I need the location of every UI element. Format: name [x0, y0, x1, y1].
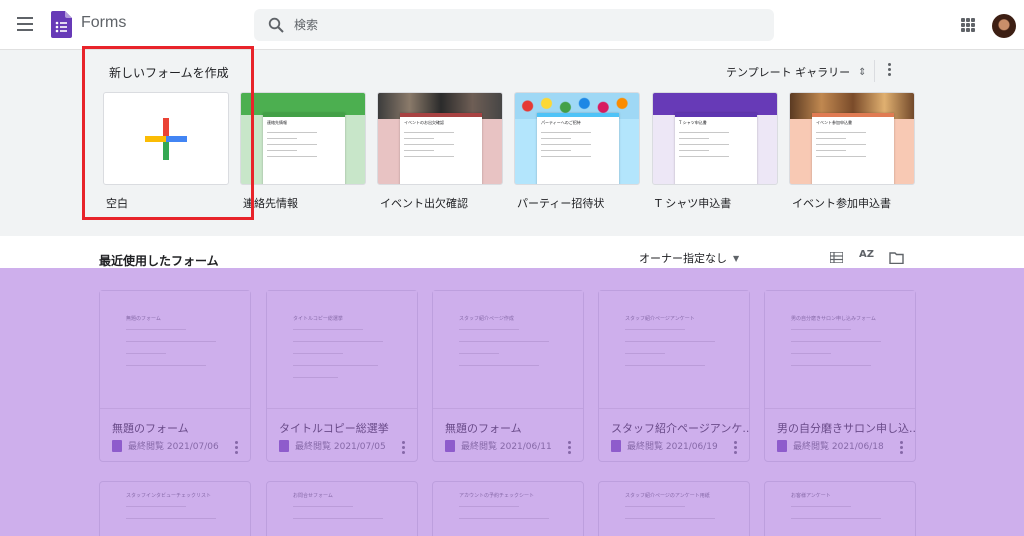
forms-file-icon [611, 439, 621, 452]
list-view-icon[interactable] [830, 252, 843, 263]
folder-icon[interactable] [889, 252, 904, 264]
avatar[interactable] [992, 14, 1016, 38]
form-name[interactable]: タイトルコピー総選挙 [279, 420, 417, 436]
template-thumbnail[interactable] [103, 92, 229, 185]
forms-file-icon [777, 439, 787, 452]
form-meta: 最終閲覧 2021/07/05 [279, 439, 386, 452]
form-preview: 連絡先情報 [263, 113, 345, 184]
more-vert-icon[interactable] [900, 441, 903, 456]
template-party-invite[interactable]: パーティーへのご招待 パーティー招待状 [514, 92, 640, 211]
form-name[interactable]: 無題のフォーム [112, 420, 250, 436]
form-meta: 最終閲覧 2021/06/11 [445, 439, 552, 452]
template-thumbnail[interactable]: 連絡先情報 [240, 92, 366, 185]
form-name[interactable]: 男の自分磨きサロン申し込... [777, 420, 915, 436]
hamburger-icon[interactable] [17, 17, 33, 31]
recent-form-card[interactable]: タイトルコピー総選挙 タイトルコピー総選挙 最終閲覧 2021/07/05 [266, 290, 418, 462]
template-thumbnail[interactable]: イベント参加申込書 [789, 92, 915, 185]
green-band [241, 93, 365, 115]
template-gallery-label: テンプレート ギャラリー [726, 66, 851, 79]
apps-grid-icon[interactable] [961, 18, 975, 32]
recent-forms-heading: 最近使用したフォーム [99, 254, 219, 268]
forms-home: Forms 新しいフォームを作成 テンプレート ギャラリー ⇕ [0, 0, 1024, 536]
form-thumbnail[interactable]: タイトルコピー総選挙 [267, 291, 417, 409]
search-input[interactable] [294, 15, 754, 35]
recent-form-card[interactable]: お問合せフォーム [266, 481, 418, 536]
search-icon[interactable] [268, 17, 284, 33]
plus-icon [145, 118, 187, 160]
template-event-registration[interactable]: イベント参加申込書 イベント参加申込書 [789, 92, 915, 211]
recent-form-card[interactable]: アカウントの予約チェックシート [432, 481, 584, 536]
forms-logo-icon[interactable] [51, 11, 72, 38]
recent-form-card[interactable]: 無題のフォーム 無題のフォーム 最終閲覧 2021/07/06 [99, 290, 251, 462]
template-gallery-toggle[interactable]: テンプレート ギャラリー ⇕ [726, 64, 867, 80]
owner-filter-dropdown[interactable]: オーナー指定なし ▼ [639, 250, 739, 266]
form-preview: T シャツ申込書 [675, 113, 757, 184]
more-vert-icon[interactable] [568, 441, 571, 456]
template-blank[interactable]: 空白 [103, 92, 229, 211]
app-title[interactable]: Forms [81, 14, 126, 32]
recent-form-card[interactable]: スタッフ紹介ページ作成 無題のフォーム 最終閲覧 2021/06/11 [432, 290, 584, 462]
template-thumbnail[interactable]: パーティーへのご招待 [514, 92, 640, 185]
template-label[interactable]: パーティー招待状 [514, 195, 640, 211]
purple-band [653, 93, 777, 115]
new-form-heading: 新しいフォームを作成 [109, 66, 229, 80]
template-thumbnail[interactable]: イベントのお出欠確認 [377, 92, 503, 185]
recent-form-card[interactable]: スタッフインタビューチェックリスト [99, 481, 251, 536]
form-meta: 最終閲覧 2021/06/18 [777, 439, 884, 452]
form-preview: イベント参加申込書 [812, 113, 894, 184]
form-thumbnail[interactable]: スタッフ紹介ページ作成 [433, 291, 583, 409]
template-contact-info[interactable]: 連絡先情報 連絡先情報 [240, 92, 366, 211]
unfold-icon: ⇕ [858, 66, 867, 78]
divider [874, 60, 875, 82]
form-thumbnail[interactable]: スタッフ紹介ページアンケート [599, 291, 749, 409]
form-name[interactable]: 無題のフォーム [445, 420, 583, 436]
more-vert-icon[interactable] [734, 441, 737, 456]
form-preview: イベントのお出欠確認 [400, 113, 482, 184]
template-label[interactable]: 連絡先情報 [240, 195, 366, 211]
recent-form-card[interactable]: お客様アンケート [764, 481, 916, 536]
template-thumbnail[interactable]: T シャツ申込書 [652, 92, 778, 185]
owner-filter-label: オーナー指定なし [639, 252, 727, 265]
form-meta: 最終閲覧 2021/06/19 [611, 439, 718, 452]
template-tshirt-signup[interactable]: T シャツ申込書 T シャツ申込書 [652, 92, 778, 211]
forms-file-icon [279, 439, 289, 452]
template-label[interactable]: T シャツ申込書 [652, 195, 778, 211]
recent-form-card[interactable]: 男の自分磨きサロン申し込みフォーム 男の自分磨きサロン申し込... 最終閲覧 2… [764, 290, 916, 462]
form-preview: パーティーへのご招待 [537, 113, 619, 184]
more-vert-icon[interactable] [235, 441, 238, 456]
template-label[interactable]: 空白 [103, 195, 229, 211]
forms-file-icon [112, 439, 122, 452]
form-thumbnail[interactable]: 男の自分磨きサロン申し込みフォーム [765, 291, 915, 409]
template-label[interactable]: イベント出欠確認 [377, 195, 503, 211]
caret-down-icon: ▼ [733, 253, 740, 263]
top-app-bar: Forms [0, 0, 1024, 50]
form-thumbnail[interactable]: 無題のフォーム [100, 291, 250, 409]
form-meta: 最終閲覧 2021/07/06 [112, 439, 219, 452]
form-name[interactable]: スタッフ紹介ページアンケ... [611, 420, 749, 436]
template-label[interactable]: イベント参加申込書 [789, 195, 915, 211]
more-vert-icon[interactable] [888, 63, 892, 77]
more-vert-icon[interactable] [402, 441, 405, 456]
forms-file-icon [445, 439, 455, 452]
template-event-rsvp[interactable]: イベントのお出欠確認 イベント出欠確認 [377, 92, 503, 211]
sort-az-icon[interactable]: AZ [859, 249, 874, 260]
recent-form-card[interactable]: スタッフ紹介ページのアンケート用紙 [598, 481, 750, 536]
search-bar[interactable] [254, 9, 774, 41]
recent-form-card[interactable]: スタッフ紹介ページアンケート スタッフ紹介ページアンケ... 最終閲覧 2021… [598, 290, 750, 462]
